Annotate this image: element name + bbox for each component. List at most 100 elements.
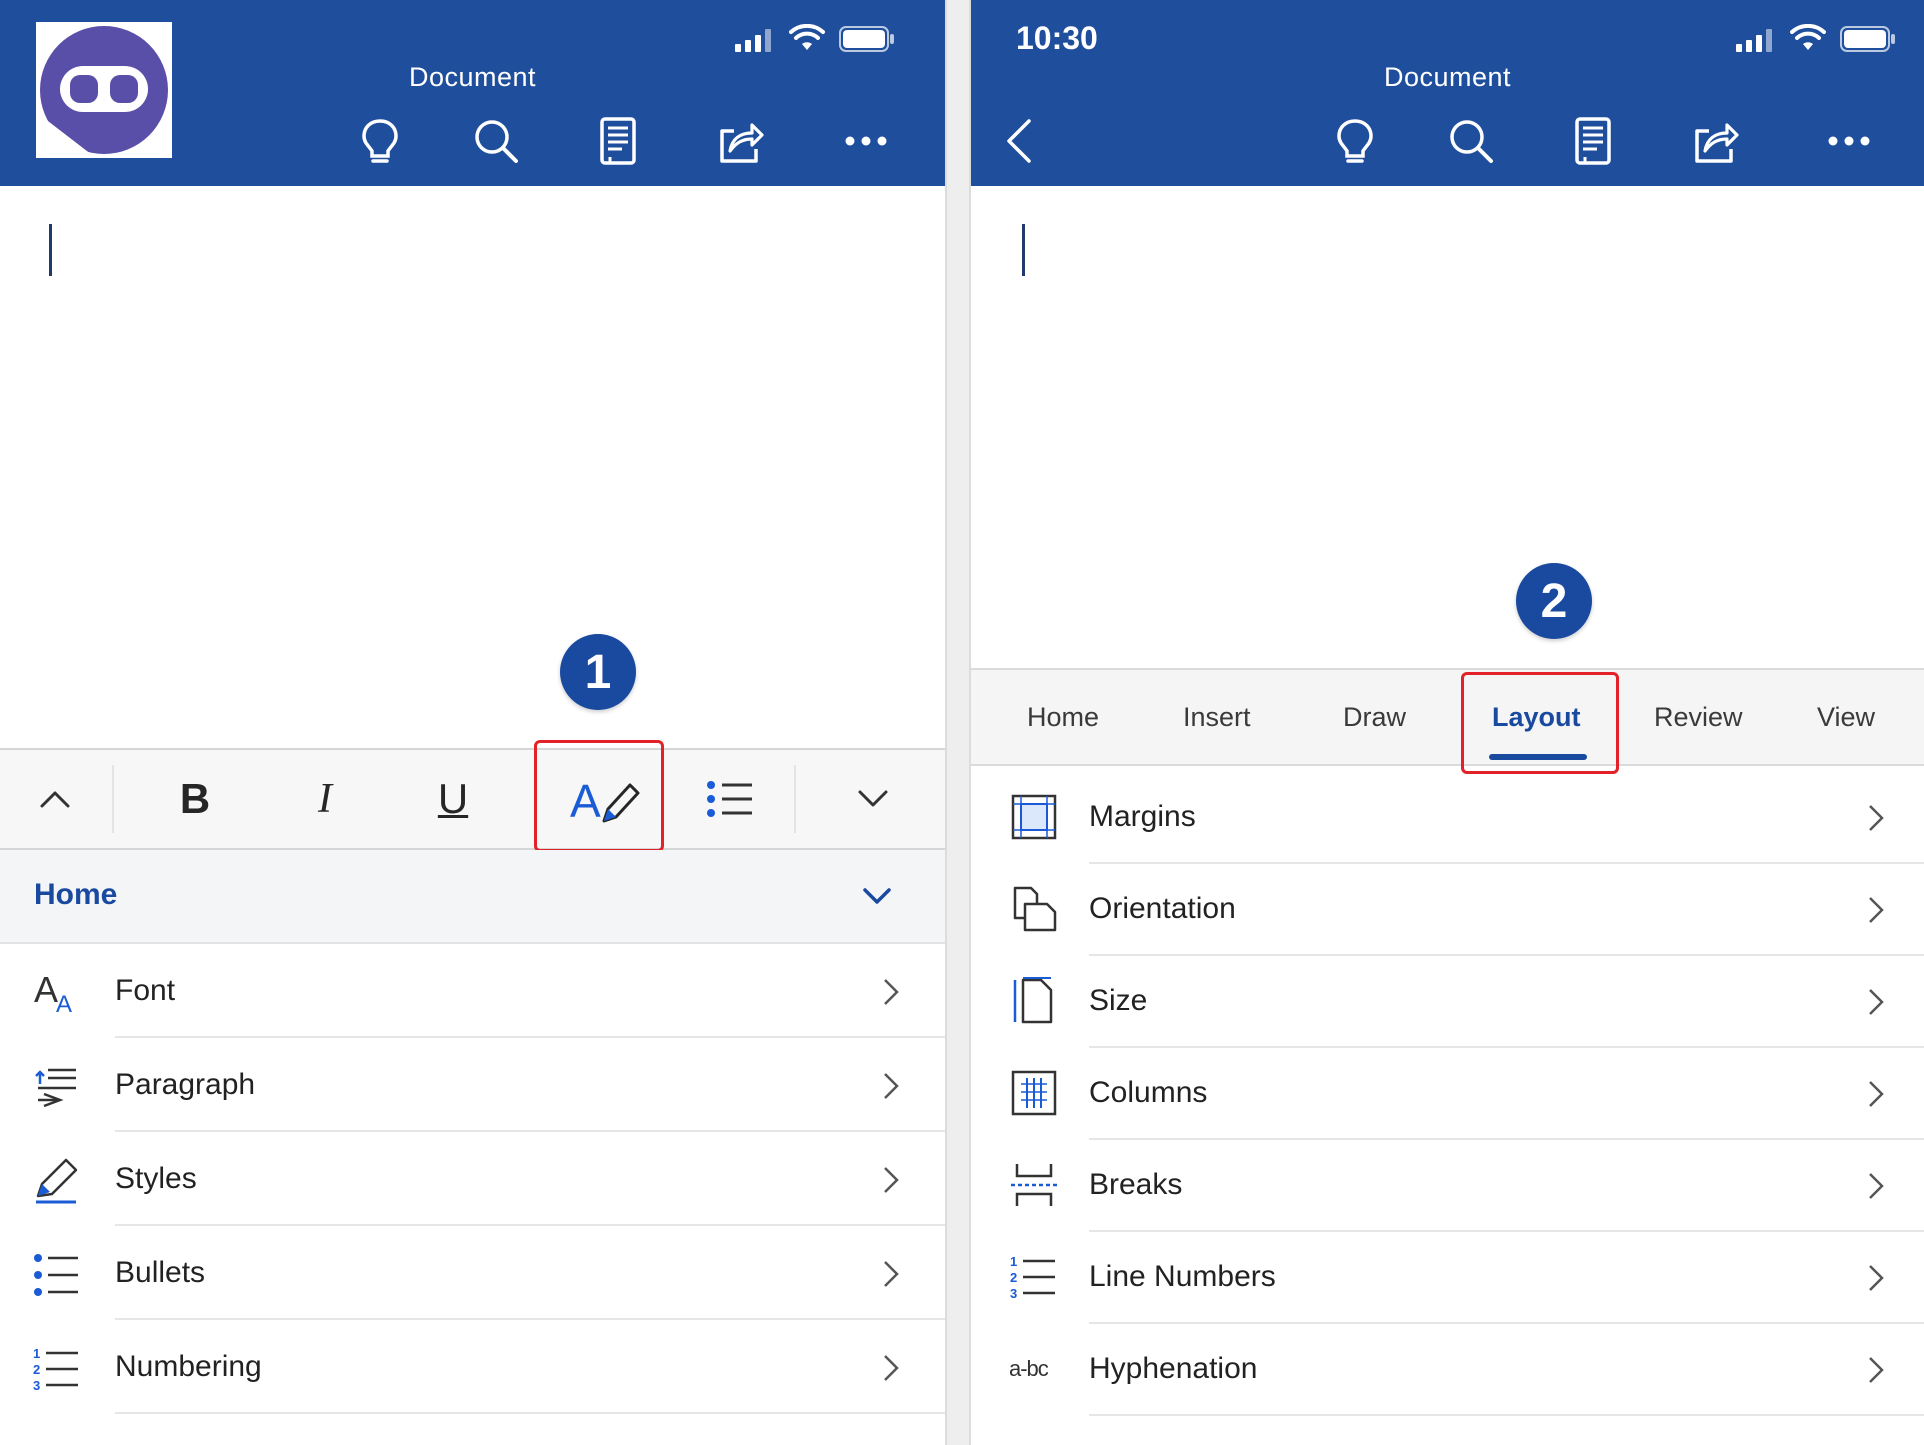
menu-item-numbering[interactable]: 123 Numbering [0,1320,945,1414]
format-toolbar: B I U A [0,748,945,850]
search-icon[interactable] [468,113,524,169]
menu-item-margins[interactable]: Margins [971,770,1924,864]
share-icon[interactable] [1687,113,1743,169]
highlight-box-1 [534,740,664,852]
underline-button[interactable]: U [428,768,478,830]
reader-icon[interactable] [590,113,646,169]
status-indicators [1736,22,1906,56]
bullets-icon [32,1250,82,1300]
menu-label-orientation: Orientation [1089,892,1236,925]
menu-label-columns: Columns [1089,1076,1208,1109]
tab-view[interactable]: View [1817,702,1875,733]
tab-home[interactable]: Home [1027,702,1099,733]
menu-item-hyphenation[interactable]: a-bc Hyphenation [971,1322,1924,1416]
menu-item-paragraph[interactable]: Paragraph [0,1038,945,1132]
ribbon-tab-bar: Home Insert Draw Layout Review View [971,668,1924,766]
chevron-down-icon[interactable] [862,886,892,906]
svg-text:3: 3 [1010,1286,1017,1301]
chevron-right-icon [1865,894,1887,926]
menu-label-margins: Margins [1089,800,1196,833]
text-cursor [49,224,52,276]
svg-text:2: 2 [33,1362,40,1377]
styles-brush-icon [32,1156,82,1206]
chevron-right-icon [1865,986,1887,1018]
svg-text:3: 3 [33,1378,40,1393]
more-icon[interactable] [1821,113,1877,169]
highlight-box-2 [1461,672,1619,774]
battery-icon [839,26,894,52]
size-icon [1009,976,1059,1026]
lightbulb-icon[interactable] [352,113,408,169]
app-header: 10:30 Document [971,0,1924,186]
menu-item-orientation[interactable]: Orientation [971,862,1924,956]
margins-icon [1009,792,1059,842]
home-title: Home [34,878,118,911]
lightbulb-icon[interactable] [1327,113,1383,169]
search-icon[interactable] [1443,113,1499,169]
line-numbers-icon: 123 [1009,1252,1059,1302]
menu-label-font: Font [115,974,176,1007]
wifi-icon [789,24,825,50]
expand-chevron-down-icon[interactable] [848,768,898,830]
menu-item-breaks[interactable]: Breaks [971,1138,1924,1232]
reader-icon[interactable] [1565,113,1621,169]
menu-item-bullets[interactable]: Bullets [0,1226,945,1320]
svg-text:A: A [34,969,58,1010]
menu-label-breaks: Breaks [1089,1168,1183,1201]
svg-text:1: 1 [33,1346,40,1361]
bold-button[interactable]: B [170,768,220,830]
svg-text:2: 2 [1010,1270,1017,1285]
menu-label-numbering: Numbering [115,1350,262,1383]
signal-icon [735,29,771,52]
menu-label-styles: Styles [115,1162,197,1195]
hyphenation-icon: a-bc [1009,1344,1059,1394]
chevron-right-icon [1865,802,1887,834]
status-indicators [735,22,905,56]
step-badge-2: 2 [1516,563,1592,639]
chevron-right-icon [880,1352,902,1384]
chevron-right-icon [880,1258,902,1290]
numbering-icon: 123 [32,1344,82,1394]
signal-icon [1736,29,1772,52]
home-section-header[interactable]: Home [0,850,945,944]
share-icon[interactable] [712,113,768,169]
svg-text:1: 1 [1010,1254,1017,1269]
svg-text:A: A [56,991,72,1018]
menu-label-bullets: Bullets [115,1256,206,1289]
breaks-icon [1009,1160,1059,1210]
columns-icon [1009,1068,1059,1118]
chevron-right-icon [880,976,902,1008]
chevron-right-icon [1865,1170,1887,1202]
menu-item-columns[interactable]: Columns [971,1046,1924,1140]
chevron-right-icon [880,1070,902,1102]
battery-icon [1840,26,1895,52]
menu-item-styles[interactable]: Styles [0,1132,945,1226]
wifi-icon [1790,24,1826,50]
chevron-right-icon [880,1164,902,1196]
document-title: Document [1383,62,1512,92]
left-screen: Document 1 B I U A Home A A Font Paragra… [0,0,945,1445]
collapse-chevron-up-icon[interactable] [30,768,80,830]
chevron-right-icon [1865,1078,1887,1110]
paragraph-icon [32,1062,82,1112]
tab-draw[interactable]: Draw [1343,702,1406,733]
chevron-right-icon [1865,1354,1887,1386]
text-cursor [1022,224,1025,276]
menu-item-line-numbers[interactable]: 123 Line Numbers [971,1230,1924,1324]
more-icon[interactable] [838,113,894,169]
orientation-icon [1009,884,1059,934]
document-title: Document [408,62,537,92]
tab-review[interactable]: Review [1654,702,1743,733]
menu-label-size: Size [1089,984,1148,1017]
bullet-list-icon[interactable] [704,768,756,830]
menu-item-font[interactable]: AA Font [0,944,945,1038]
chevron-right-icon [1865,1262,1887,1294]
menu-label-hyphenation: Hyphenation [1089,1352,1258,1385]
tab-insert[interactable]: Insert [1183,702,1251,733]
back-chevron-icon[interactable] [993,113,1049,169]
screen-divider [945,0,971,1445]
menu-item-size[interactable]: Size [971,954,1924,1048]
app-header: Document [0,0,945,186]
italic-button[interactable]: I [300,768,350,830]
status-time: 10:30 [1016,20,1098,56]
